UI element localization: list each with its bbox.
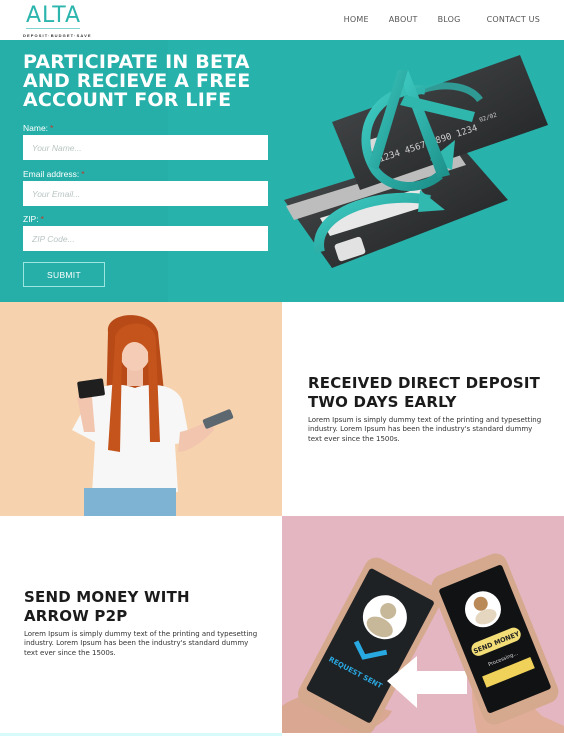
nav-about[interactable]: ABOUT (389, 15, 418, 24)
logo[interactable]: ALTA DEPOSIT·BUDGET·SAVE (23, 3, 93, 39)
email-input[interactable] (23, 181, 268, 206)
left-phone: REQUEST SENT (298, 557, 443, 733)
right-phone: SEND MONEY Processing... (431, 553, 559, 725)
email-label-text: Email address: (23, 169, 80, 179)
nav-home[interactable]: HOME (344, 15, 369, 24)
logo-tagline: DEPOSIT·BUDGET·SAVE (23, 33, 92, 38)
submit-button[interactable]: SUBMIT (23, 262, 105, 287)
credit-cards-image: 1234 4567 7890 1234 02/02 (284, 55, 548, 268)
feature-2-image: REQUEST SENT SEND MONEY Processing... (282, 516, 564, 733)
feature-1-body: Lorem Ipsum is simply dummy text of the … (308, 416, 542, 443)
feature-2-text: SEND MONEY WITH ARROW P2P Lorem Ipsum is… (0, 516, 282, 733)
name-input[interactable] (23, 135, 268, 160)
required-mark: * (50, 123, 54, 133)
email-label: Email address: * (23, 169, 85, 179)
required-mark: * (40, 214, 44, 224)
feature-1-text: RECEIVED DIRECT DEPOSIT TWO DAYS EARLY L… (282, 302, 564, 516)
main-nav: HOME ABOUT BLOG CONTACT US (324, 15, 540, 24)
zip-label: ZIP: * (23, 214, 44, 224)
nav-contact[interactable]: CONTACT US (487, 15, 540, 24)
feature-1-title: RECEIVED DIRECT DEPOSIT TWO DAYS EARLY (308, 374, 541, 411)
name-label: Name: * (23, 123, 53, 133)
feature-2-body: Lorem Ipsum is simply dummy text of the … (24, 630, 258, 657)
zip-input[interactable] (23, 226, 268, 251)
name-label-text: Name: (23, 123, 49, 133)
logo-underline (26, 28, 80, 29)
hero-title: PARTICIPATE IN BETA AND RECIEVE A FREE A… (23, 53, 263, 110)
feature-1-image (0, 302, 282, 516)
required-mark: * (81, 169, 85, 179)
phones-send-money-illustration: REQUEST SENT SEND MONEY Processing... (282, 553, 564, 733)
site-header: ALTA DEPOSIT·BUDGET·SAVE HOME ABOUT BLOG… (0, 0, 564, 40)
nav-blog[interactable]: BLOG (438, 15, 461, 24)
hero-section: PARTICIPATE IN BETA AND RECIEVE A FREE A… (0, 40, 564, 302)
woman-holding-card-illustration (72, 315, 234, 516)
zip-label-text: ZIP: (23, 214, 39, 224)
feature-2-title: SEND MONEY WITH ARROW P2P (24, 588, 190, 625)
logo-wordmark: ALTA (26, 3, 82, 28)
